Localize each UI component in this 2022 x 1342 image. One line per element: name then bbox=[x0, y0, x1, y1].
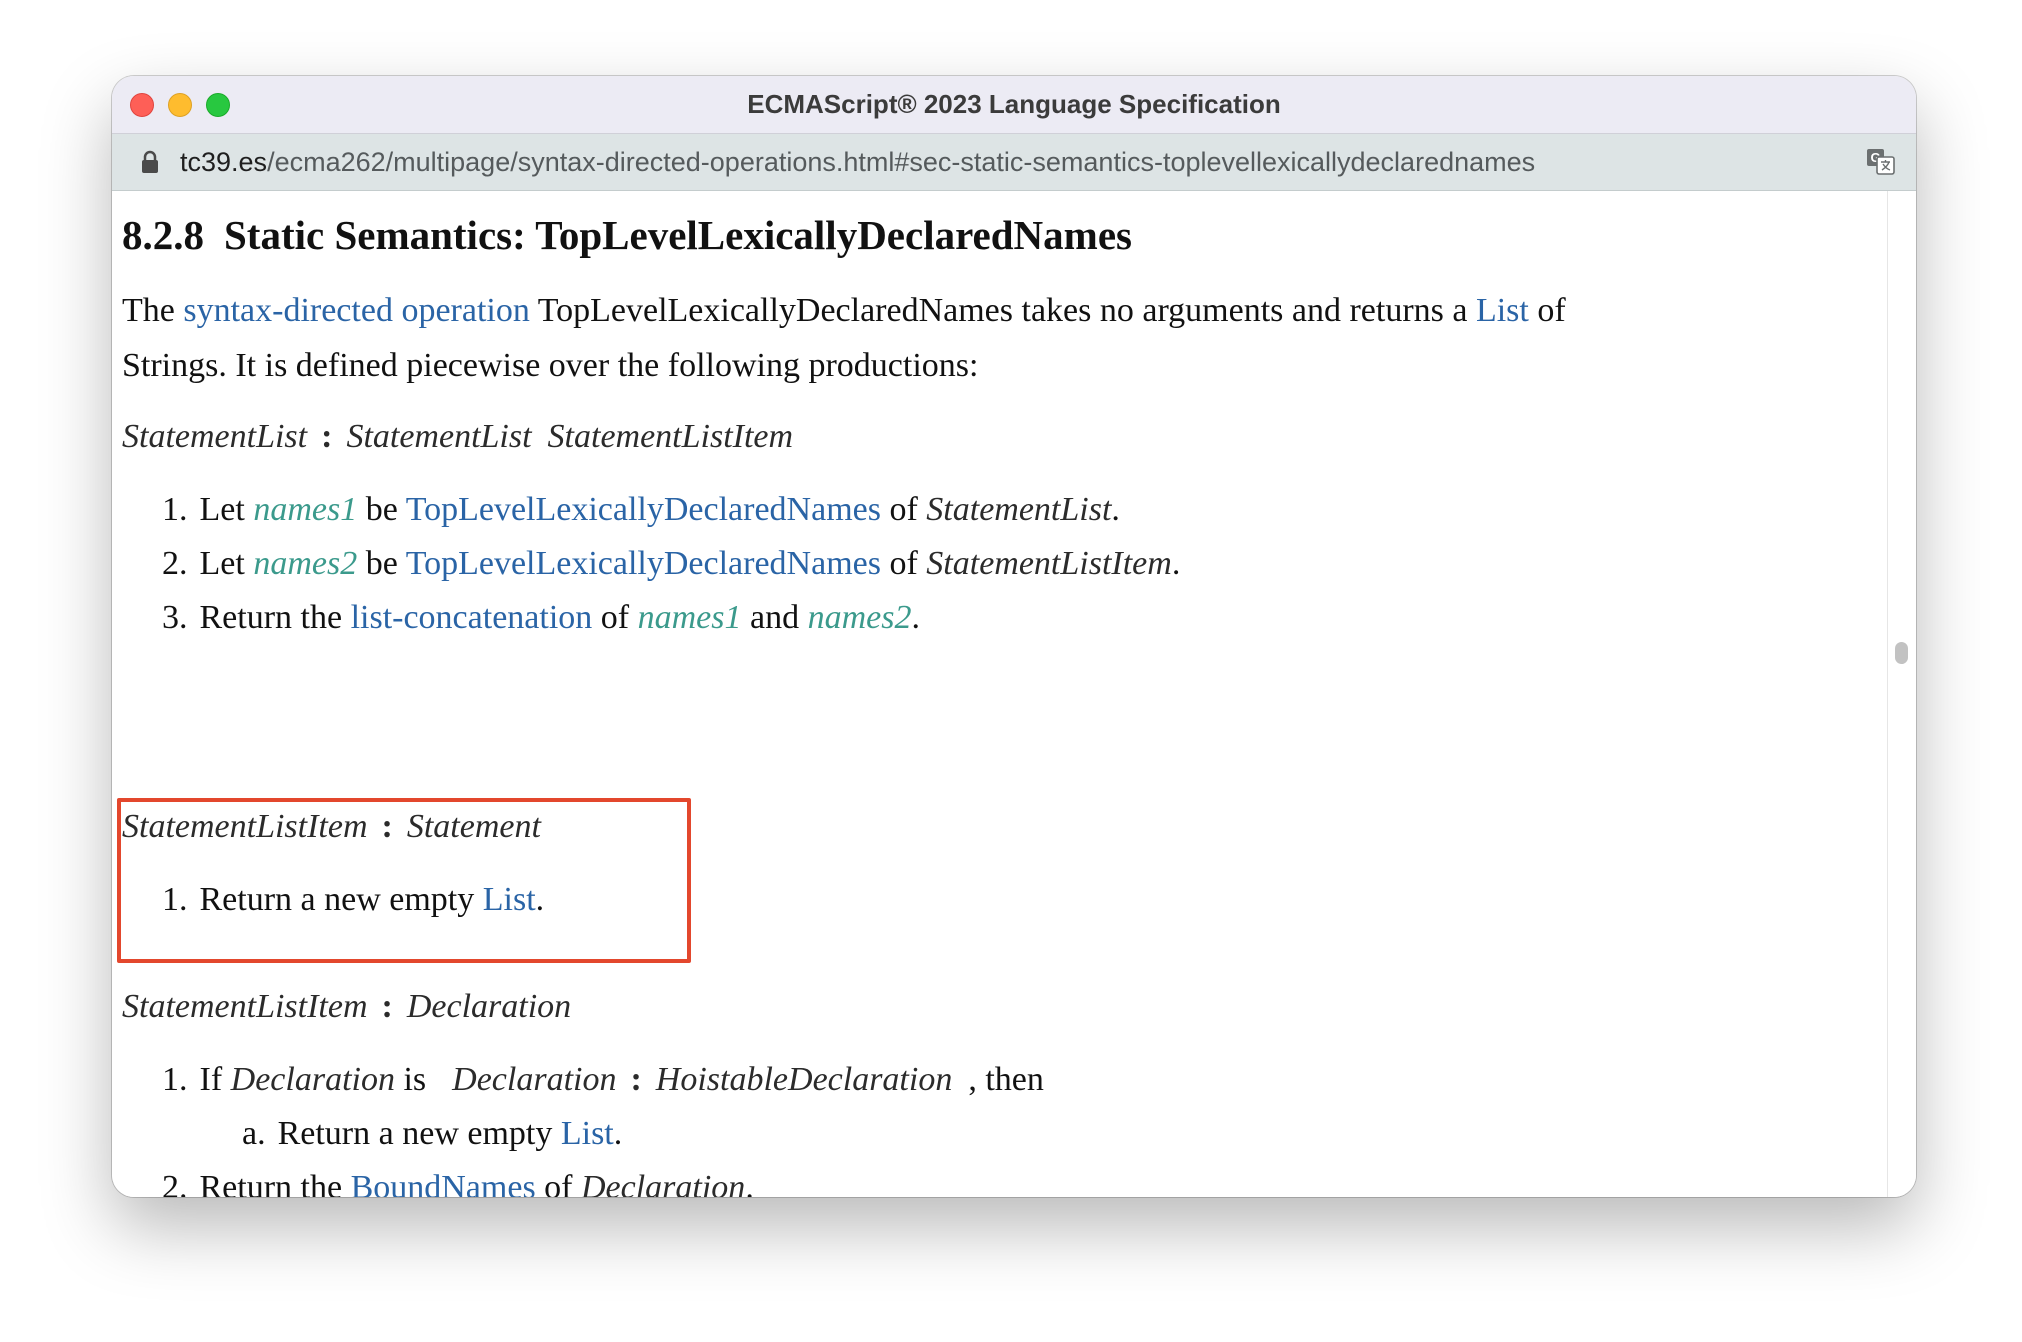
text: and bbox=[741, 599, 808, 636]
nonterminal[interactable]: Declaration bbox=[231, 1061, 395, 1098]
nonterminal[interactable]: StatementList bbox=[926, 491, 1111, 528]
list-item: 1. If Declaration is Declaration: Hoistable… bbox=[162, 1053, 1044, 1161]
production-statementlistitem-declaration: StatementListItem: Declaration bbox=[122, 985, 571, 1029]
text: , then bbox=[968, 1061, 1044, 1098]
intro-paragraph: The syntax-directed operation TopLevelLe… bbox=[122, 283, 1842, 393]
text: . bbox=[1171, 545, 1181, 582]
text: . bbox=[1111, 491, 1120, 528]
url-path: /ecma262/multipage/syntax-directed-opera… bbox=[267, 147, 1536, 177]
list-item: 3. Return the list-concatenation of names… bbox=[162, 591, 1180, 645]
lock-icon bbox=[142, 150, 158, 173]
production-colon: : bbox=[381, 988, 393, 1025]
section-number: 8.2.8 bbox=[122, 212, 204, 258]
production-statementlist: StatementList: StatementList StatementList… bbox=[122, 415, 793, 459]
variable[interactable]: names1 bbox=[253, 491, 357, 528]
link-list[interactable]: List bbox=[483, 881, 536, 918]
list-item: a. Return a new empty List. bbox=[242, 1107, 1044, 1161]
text: Let bbox=[199, 545, 254, 582]
production-rhs[interactable]: StatementList bbox=[346, 418, 531, 455]
text: Let bbox=[199, 491, 254, 528]
title-bar: ECMAScript® 2023 Language Specification bbox=[112, 76, 1916, 134]
algorithm-steps-3: 1. If Declaration is Declaration: Hoistable… bbox=[162, 1053, 1044, 1197]
address-bar[interactable]: tc39.es/ecma262/multipage/syntax-directe… bbox=[112, 134, 1916, 191]
production-lhs[interactable]: StatementListItem bbox=[122, 808, 368, 845]
step-number: 2. bbox=[162, 1169, 188, 1197]
browser-window: ECMAScript® 2023 Language Specification … bbox=[112, 76, 1916, 1197]
section-title: Static Semantics: TopLevelLexicallyDecla… bbox=[224, 212, 1132, 258]
list-item: 2. Let names2 be TopLevelLexicallyDeclare… bbox=[162, 537, 1180, 591]
text: . bbox=[745, 1169, 754, 1197]
variable[interactable]: names2 bbox=[253, 545, 357, 582]
url-text[interactable]: tc39.es/ecma262/multipage/syntax-directe… bbox=[180, 134, 1535, 190]
page-content: 8.2.8 Static Semantics: TopLevelLexically… bbox=[112, 191, 1916, 1197]
link-toplevellexicallydeclarednames[interactable]: TopLevelLexicallyDeclaredNames bbox=[406, 545, 881, 582]
window-title: ECMAScript® 2023 Language Specification bbox=[747, 89, 1281, 119]
production-rhs[interactable]: StatementListItem bbox=[548, 418, 794, 455]
step-number: a. bbox=[242, 1115, 266, 1152]
text: . bbox=[613, 1115, 623, 1152]
text: Return the bbox=[199, 1169, 351, 1197]
production-colon: : bbox=[630, 1061, 642, 1098]
production-colon: : bbox=[381, 808, 393, 845]
production-rhs[interactable]: Declaration bbox=[407, 988, 571, 1025]
nonterminal[interactable]: StatementListItem bbox=[926, 545, 1172, 582]
link-list-concatenation[interactable]: list-concatenation bbox=[351, 599, 593, 636]
production-lhs[interactable]: StatementList bbox=[122, 418, 307, 455]
link-toplevellexicallydeclarednames[interactable]: TopLevelLexicallyDeclaredNames bbox=[406, 491, 881, 528]
link-list[interactable]: List bbox=[561, 1115, 614, 1152]
text: The bbox=[122, 292, 184, 329]
sub-steps: a. Return a new empty List. bbox=[162, 1107, 1044, 1161]
text: . bbox=[911, 599, 920, 636]
production-lhs[interactable]: Declaration bbox=[452, 1061, 616, 1098]
step-number: 3. bbox=[162, 599, 188, 636]
step-number: 1. bbox=[162, 881, 188, 918]
algorithm-steps-2: 1. Return a new empty List. bbox=[162, 873, 544, 927]
step-number: 1. bbox=[162, 1061, 188, 1098]
text: If bbox=[199, 1061, 231, 1098]
url-domain: tc39.es bbox=[180, 147, 268, 177]
production-rhs[interactable]: Statement bbox=[407, 808, 541, 845]
text: Return a new empty bbox=[277, 1115, 561, 1152]
link-syntax-directed-operation[interactable]: syntax-directed operation bbox=[183, 292, 529, 329]
text: of bbox=[880, 545, 927, 582]
text: of bbox=[535, 1169, 581, 1197]
link-list[interactable]: List bbox=[1476, 292, 1529, 329]
text: of bbox=[592, 599, 638, 636]
production-lhs[interactable]: StatementListItem bbox=[122, 988, 368, 1025]
text: . bbox=[535, 881, 545, 918]
text: of bbox=[880, 491, 927, 528]
text: TopLevelLexicallyDeclaredNames takes no … bbox=[529, 292, 1476, 329]
text: be bbox=[357, 545, 406, 582]
section-heading: 8.2.8 Static Semantics: TopLevelLexically… bbox=[122, 211, 1132, 259]
text: Return a new empty bbox=[199, 881, 483, 918]
translate-icon[interactable]: G bbox=[1866, 148, 1896, 176]
inline-production: Declaration: HoistableDeclaration bbox=[452, 1061, 952, 1098]
scrollbar-thumb[interactable] bbox=[1895, 642, 1908, 664]
algorithm-steps-1: 1. Let names1 be TopLevelLexicallyDeclare… bbox=[162, 483, 1180, 645]
text: is bbox=[394, 1061, 427, 1098]
text: be bbox=[357, 491, 406, 528]
production-statementlistitem-statement: StatementListItem: Statement bbox=[122, 805, 541, 849]
list-item: 1. Let names1 be TopLevelLexicallyDeclare… bbox=[162, 483, 1180, 537]
scrollbar[interactable] bbox=[1887, 191, 1916, 1197]
list-item: 2. Return the BoundNames of Declaration. bbox=[162, 1161, 1044, 1197]
list-item: 1. Return a new empty List. bbox=[162, 873, 544, 927]
link-boundnames[interactable]: BoundNames bbox=[351, 1169, 536, 1197]
production-colon: : bbox=[321, 418, 333, 455]
intro-line-2: Strings. It is defined piecewise over th… bbox=[122, 347, 979, 384]
variable[interactable]: names2 bbox=[808, 599, 912, 636]
intro-line-1: The syntax-directed operation TopLevelLe… bbox=[122, 283, 1842, 338]
step-number: 1. bbox=[162, 491, 188, 528]
production-rhs[interactable]: HoistableDeclaration bbox=[656, 1061, 953, 1098]
text: Return the bbox=[199, 599, 351, 636]
nonterminal[interactable]: Declaration bbox=[581, 1169, 745, 1197]
step-number: 2. bbox=[162, 545, 188, 582]
variable[interactable]: names1 bbox=[638, 599, 742, 636]
text: of bbox=[1528, 292, 1566, 329]
